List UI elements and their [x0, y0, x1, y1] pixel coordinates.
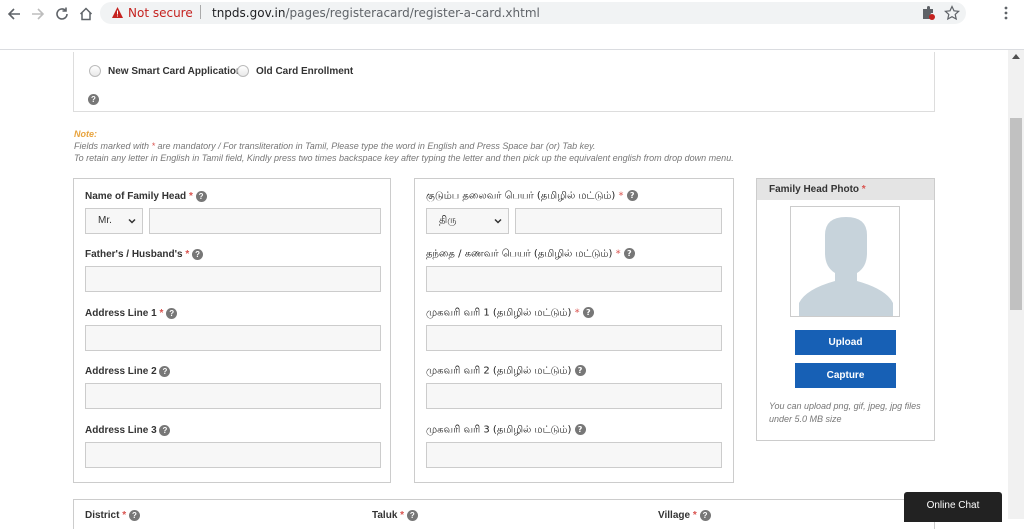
- address-bar[interactable]: Not secure tnpds.gov.in/pages/registerac…: [100, 2, 966, 24]
- upload-button[interactable]: Upload: [795, 330, 896, 355]
- avatar-placeholder-icon: [799, 217, 893, 316]
- note-title: Note:: [74, 129, 97, 139]
- old-card-enrollment-radio[interactable]: [237, 65, 249, 77]
- taluk-label: Taluk * ?: [372, 510, 418, 521]
- help-icon[interactable]: ?: [574, 424, 586, 435]
- help-icon[interactable]: ?: [159, 366, 171, 377]
- help-icon[interactable]: ?: [192, 249, 204, 260]
- help-icon[interactable]: ?: [574, 365, 586, 376]
- page-scrollbar[interactable]: [1008, 50, 1024, 519]
- help-icon[interactable]: ?: [626, 190, 638, 201]
- more-menu-icon[interactable]: [998, 5, 1014, 21]
- tamil-title-select[interactable]: திரு: [426, 208, 509, 234]
- location-panel: District * ? Taluk * ? Village * ?: [73, 499, 935, 529]
- help-icon[interactable]: ?: [699, 510, 711, 521]
- forward-icon[interactable]: [28, 4, 48, 24]
- new-smart-card-radio[interactable]: [89, 65, 101, 77]
- note-line-1: Fields marked with * are mandatory / For…: [74, 141, 596, 151]
- home-icon[interactable]: [76, 4, 96, 24]
- district-label: District * ?: [85, 510, 140, 521]
- father-husband-label: Father's / Husband's * ?: [85, 249, 204, 260]
- address-line-2-label: Address Line 2 ?: [85, 366, 171, 377]
- note-line-2: To retain any letter in English in Tamil…: [74, 153, 734, 163]
- father-husband-input[interactable]: [85, 266, 381, 292]
- family-head-label: Name of Family Head * ?: [85, 191, 207, 202]
- photo-header: Family Head Photo *: [757, 179, 934, 200]
- browser-toolbar: Not secure tnpds.gov.in/pages/registerac…: [0, 0, 1024, 50]
- url-separator: [200, 5, 201, 19]
- capture-button[interactable]: Capture: [795, 363, 896, 388]
- help-icon[interactable]: ?: [166, 308, 178, 319]
- tamil-address-line-3-input[interactable]: [426, 442, 722, 468]
- family-head-photo-panel: Family Head Photo * Upload Capture You c…: [756, 178, 935, 441]
- registration-page: New Smart Card Application Old Card Enro…: [0, 50, 1008, 529]
- help-icon[interactable]: ?: [159, 425, 171, 436]
- address-line-3-input[interactable]: [85, 442, 381, 468]
- address-line-1-label: Address Line 1 * ?: [85, 308, 178, 319]
- english-details-panel: Name of Family Head * ? Mr. Father's / H…: [73, 178, 391, 483]
- address-line-1-input[interactable]: [85, 325, 381, 351]
- family-head-name-input[interactable]: [149, 208, 381, 234]
- back-icon[interactable]: [4, 4, 24, 24]
- tamil-address-line-2-input[interactable]: [426, 383, 722, 409]
- application-type-section: New Smart Card Application Old Card Enro…: [73, 52, 935, 112]
- tamil-family-head-name-input[interactable]: [515, 208, 722, 234]
- tamil-address-line-1-input[interactable]: [426, 325, 722, 351]
- help-icon[interactable]: ?: [128, 510, 140, 521]
- help-icon[interactable]: ?: [88, 94, 99, 105]
- new-smart-card-label: New Smart Card Application: [108, 66, 243, 77]
- extension-icon[interactable]: [920, 5, 936, 21]
- tamil-father-husband-label: தந்தை / கணவர் பெயர் (தமிழில் மட்டும்) * …: [426, 248, 635, 261]
- photo-preview: [790, 206, 900, 317]
- tamil-family-head-label: குடும்ப தலைவர் பெயர் (தமிழில் மட்டும்) *…: [426, 190, 638, 203]
- old-card-enrollment-label: Old Card Enrollment: [256, 66, 354, 77]
- help-icon[interactable]: ?: [582, 307, 594, 318]
- tamil-address-line-3-label: முகவரி வரி 3 (தமிழில் மட்டும்) ?: [426, 424, 586, 437]
- help-icon[interactable]: ?: [406, 510, 418, 521]
- village-label: Village * ?: [658, 510, 711, 521]
- chevron-down-icon: [128, 218, 136, 224]
- help-icon[interactable]: ?: [623, 248, 635, 259]
- security-label: Not secure: [128, 6, 193, 20]
- note-block: Note: Fields marked with * are mandatory…: [74, 128, 734, 164]
- title-select[interactable]: Mr.: [85, 208, 143, 234]
- tamil-address-line-1-label: முகவரி வரி 1 (தமிழில் மட்டும்) * ?: [426, 307, 594, 320]
- help-icon[interactable]: ?: [195, 191, 207, 202]
- chevron-down-icon: [494, 218, 502, 224]
- tamil-details-panel: குடும்ப தலைவர் பெயர் (தமிழில் மட்டும்) *…: [414, 178, 734, 483]
- reload-icon[interactable]: [52, 4, 72, 24]
- scroll-up-arrow-icon[interactable]: [1012, 54, 1020, 59]
- bookmark-star-icon[interactable]: [944, 5, 960, 21]
- tamil-address-line-2-label: முகவரி வரி 2 (தமிழில் மட்டும்) ?: [426, 365, 586, 378]
- warning-icon: [112, 7, 123, 18]
- address-line-2-input[interactable]: [85, 383, 381, 409]
- url-text: tnpds.gov.in/pages/registeracard/registe…: [212, 6, 540, 20]
- address-line-3-label: Address Line 3 ?: [85, 425, 171, 436]
- photo-upload-note: You can upload png, gif, jpeg, jpg files…: [769, 401, 921, 424]
- scroll-thumb[interactable]: [1010, 118, 1022, 310]
- online-chat-button[interactable]: Online Chat: [904, 492, 1002, 522]
- tamil-father-husband-input[interactable]: [426, 266, 722, 292]
